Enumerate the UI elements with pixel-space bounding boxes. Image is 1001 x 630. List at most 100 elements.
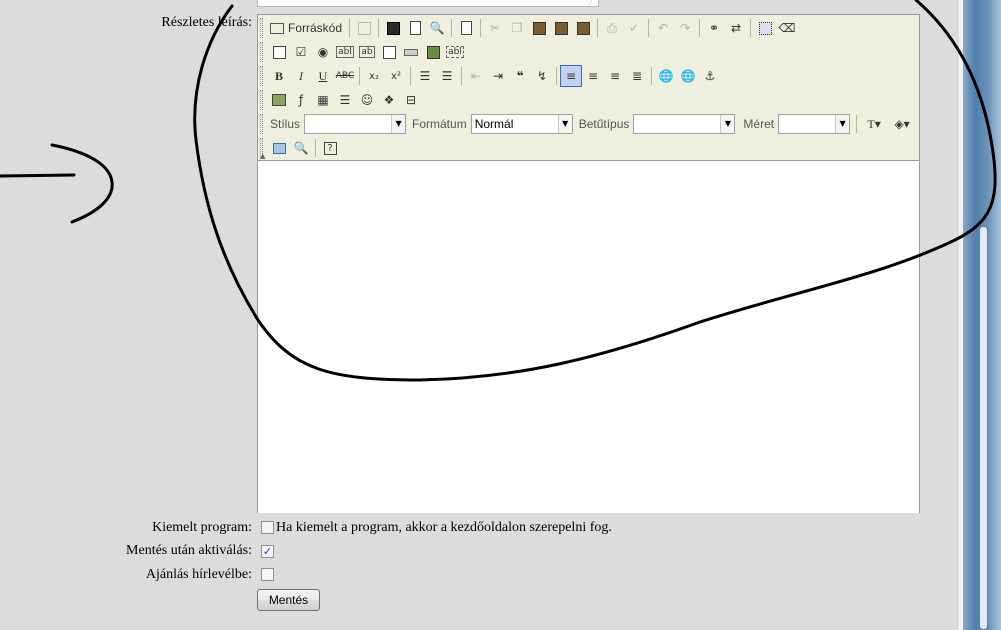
table-button[interactable]: ▦ [312,89,334,111]
bg-color-icon: ◈▾ [894,117,910,131]
featured-checkbox[interactable] [261,521,274,534]
editor-content-area[interactable] [258,160,919,513]
align-justify-button[interactable]: ≣ [626,65,648,87]
checkbox-button[interactable]: ☑ [290,41,312,63]
outdent-button[interactable]: ⇤ [465,65,487,87]
cut-button[interactable]: ✂ [484,17,506,39]
source-button[interactable]: Forráskód [268,17,346,39]
italic-button[interactable]: I [290,65,312,87]
replace-button[interactable]: ⇄ [725,17,747,39]
paste-text-button[interactable] [550,17,572,39]
toolbar-row-2: ☑ ◉ abl ab abl [268,41,466,63]
style-select[interactable]: ▼ [304,114,407,134]
special-char-button[interactable]: ❖ [378,89,400,111]
align-justify-icon: ≣ [631,69,643,83]
templates-button[interactable] [455,17,477,39]
printer-icon: ⎙ [607,20,617,35]
hidden-field-icon: abl [446,46,464,58]
short-description-field-bottom[interactable]: ⋰ [257,0,599,7]
form-icon [272,45,286,59]
newsletter-label: Ajánlás hírlevélbe: [145,567,252,582]
new-page-button[interactable] [404,17,426,39]
show-blocks-button[interactable]: 🔍 [290,137,312,159]
size-select[interactable]: ▼ [778,114,851,134]
anchor-button[interactable]: ⚓ [699,65,721,87]
save-button[interactable]: Mentés [257,589,320,611]
featured-label: Kiemelt program: [152,520,252,535]
align-right-button[interactable]: ≡ [604,65,626,87]
scissors-icon: ✂ [490,21,501,35]
newsletter-checkbox[interactable] [261,568,274,581]
blockquote-button[interactable]: ❝ [509,65,531,87]
indent-button[interactable]: ⇥ [487,65,509,87]
activate-checkbox[interactable]: ✓ [261,545,274,558]
about-button[interactable]: ? [319,137,341,159]
horizontal-rule-icon: ☰ [339,93,351,107]
radio-button-tool[interactable]: ◉ [312,41,334,63]
select-list-icon [382,45,396,59]
save-doc-button[interactable] [353,17,375,39]
scrollbar-thumb[interactable] [979,226,988,630]
preview-button[interactable]: 🔍 [426,17,448,39]
bold-button[interactable]: B [268,65,290,87]
image-button[interactable] [268,89,290,111]
strike-button[interactable]: ABC [334,65,356,87]
find-button[interactable]: ⚭ [703,17,725,39]
paste-word-icon [576,21,590,35]
toolbar-grip [260,66,263,86]
resize-grip-icon[interactable]: ⋰ [588,0,595,6]
horizontal-rule-button[interactable]: ☰ [334,89,356,111]
collapse-toolbar-icon[interactable]: ▲ [260,152,265,160]
align-center-button[interactable]: ≡ [582,65,604,87]
unlink-icon: 🌐 [680,69,696,83]
paste-word-button[interactable] [572,17,594,39]
binoculars-icon: ⚭ [709,21,720,35]
hidden-field-button[interactable]: abl [444,41,466,63]
bg-color-button[interactable]: ◈▾ [888,113,916,135]
font-select[interactable]: ▼ [633,114,736,134]
textarea-button[interactable]: ab [356,41,378,63]
superscript-button[interactable]: x² [385,65,407,87]
redo-button[interactable]: ↷ [674,17,696,39]
chevron-down-icon[interactable]: ▼ [835,115,850,133]
page-break-button[interactable]: ⊟ [400,89,422,111]
bold-icon: B [274,68,283,83]
creatediv-button[interactable]: ↯ [531,65,553,87]
print-button[interactable]: ⎙ [601,17,623,39]
paste-button[interactable] [528,17,550,39]
remove-format-button[interactable]: ⌫ [776,17,798,39]
new-page-icon [409,21,421,35]
chevron-down-icon[interactable]: ▼ [391,115,406,133]
subscript-button[interactable]: x₂ [363,65,385,87]
select-all-button[interactable] [754,17,776,39]
undo-button[interactable]: ↶ [652,17,674,39]
textfield-button[interactable]: abl [334,41,356,63]
select-button[interactable] [378,41,400,63]
bulleted-list-button[interactable]: ☰ [436,65,458,87]
chevron-down-icon[interactable]: ▼ [720,115,735,133]
image-button-tool[interactable] [422,41,444,63]
button-tool[interactable] [400,41,422,63]
underline-button[interactable]: U [312,65,334,87]
maximize-button[interactable] [268,137,290,159]
flash-button[interactable]: ƒ [290,89,312,111]
align-left-button[interactable]: ≡ [560,65,582,87]
format-label: Formátum [412,117,467,131]
numbered-list-button[interactable]: ☰ [414,65,436,87]
spellcheck-button[interactable]: ✓ [623,17,645,39]
format-select-value: Normál [474,117,514,131]
smiley-button[interactable]: ☺ [356,89,378,111]
flash-icon: ƒ [298,93,304,107]
link-button[interactable]: 🌐 [655,65,677,87]
text-color-button[interactable]: T▾ [860,113,888,135]
save-doc-icon [357,21,371,35]
copy-button[interactable]: ❐ [506,17,528,39]
chevron-down-icon[interactable]: ▼ [557,115,572,133]
source-button-label: Forráskód [288,21,343,35]
select-all-icon [758,21,772,35]
form-button[interactable] [268,41,290,63]
format-select[interactable]: Normál ▼ [470,114,573,134]
quote-icon: ❝ [516,69,524,83]
save-button-tb[interactable] [382,17,404,39]
unlink-button[interactable]: 🌐 [677,65,699,87]
